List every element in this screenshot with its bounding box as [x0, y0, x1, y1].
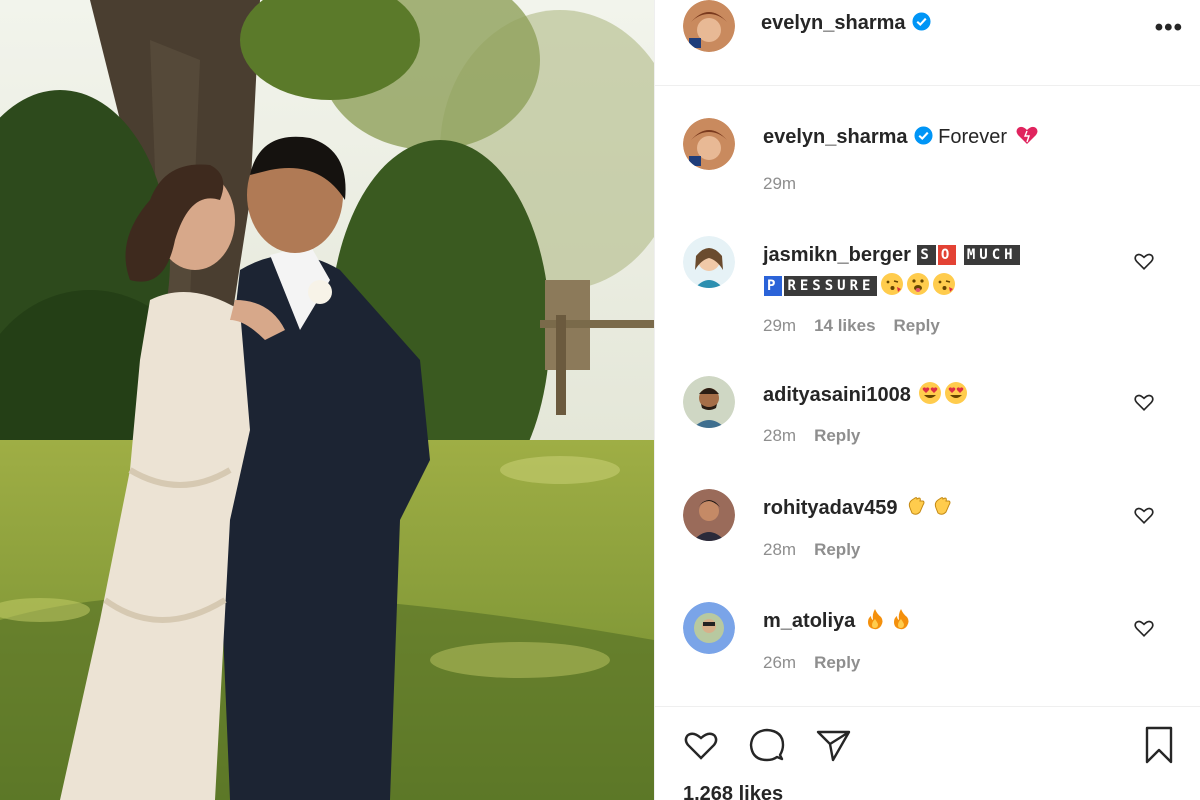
comment-time: 26m	[763, 653, 797, 672]
comment-username[interactable]: m_atoliya	[763, 610, 855, 632]
comment-time: 28m	[763, 426, 797, 445]
caption-username[interactable]: evelyn_sharma	[763, 126, 908, 148]
more-icon[interactable]: •••	[1155, 14, 1183, 42]
comment-like-icon[interactable]	[1133, 617, 1155, 639]
share-icon[interactable]	[813, 725, 853, 765]
author-avatar[interactable]	[683, 0, 735, 52]
fire-emoji	[893, 609, 909, 630]
face-tongue-emoji	[907, 273, 930, 295]
commenter-avatar[interactable]	[683, 489, 735, 541]
comment-body: jasmikn_berger SO MUCH P RESSURE	[763, 240, 1123, 302]
face-kiss-emoji	[933, 273, 956, 295]
comment-time: 29m	[763, 316, 797, 335]
comment-meta: 28m Reply	[763, 540, 878, 560]
comment-username[interactable]: jasmikn_berger	[763, 244, 911, 266]
comment-like-icon[interactable]	[1133, 250, 1155, 272]
fire-emoji	[867, 609, 883, 630]
comment-likes[interactable]: 14 likes	[814, 316, 875, 335]
comment-tag: RESSURE	[784, 276, 878, 296]
comment-username[interactable]: rohityadav459	[763, 497, 898, 519]
commenter-avatar[interactable]	[683, 236, 735, 288]
verified-icon	[912, 12, 931, 31]
reply-button[interactable]: Reply	[814, 540, 860, 559]
like-icon[interactable]	[681, 725, 721, 765]
comment-like-icon[interactable]	[1133, 504, 1155, 526]
comment-body: m_atoliya	[763, 606, 1123, 637]
comment-body: adityasaini1008	[763, 380, 1123, 411]
caption-body: evelyn_sharma Forever	[763, 122, 1123, 153]
comments-list: evelyn_sharma Forever 29m jasmikn_berger…	[655, 86, 1200, 706]
caption-time: 29m	[763, 174, 797, 193]
post-actions: 1,268 likes	[655, 706, 1200, 800]
heart-emoji	[1016, 126, 1038, 144]
reply-button[interactable]: Reply	[894, 316, 940, 335]
post-photo	[0, 0, 654, 800]
heart-eyes-emoji	[945, 382, 968, 404]
comment-tag: P	[764, 276, 783, 296]
comment-tag: MUCH	[963, 245, 1020, 265]
comment-like-icon[interactable]	[1133, 391, 1155, 413]
comment-meta: 29m 14 likes Reply	[763, 316, 958, 336]
caption-meta: 29m	[763, 174, 814, 194]
commenter-avatar[interactable]	[683, 602, 735, 654]
clap-emoji	[934, 497, 951, 515]
comment-meta: 26m Reply	[763, 653, 878, 673]
likes-count[interactable]: 1,268 likes	[683, 783, 783, 800]
comment-meta: 28m Reply	[763, 426, 878, 446]
comment-body: rohityadav459	[763, 493, 1123, 524]
reply-button[interactable]: Reply	[814, 653, 860, 672]
comments-panel: evelyn_sharma ••• evelyn_sharma Forever …	[654, 0, 1200, 800]
verified-icon	[914, 126, 933, 145]
comment-time: 28m	[763, 540, 797, 559]
comment-icon[interactable]	[747, 725, 787, 765]
caption-text: Forever	[938, 126, 1008, 148]
commenter-avatar[interactable]	[683, 376, 735, 428]
clap-emoji	[908, 497, 925, 515]
caption-avatar[interactable]	[683, 118, 735, 170]
reply-button[interactable]: Reply	[814, 426, 860, 445]
heart-eyes-emoji	[919, 382, 942, 404]
comment-tag: O	[937, 245, 957, 265]
author-username[interactable]: evelyn_sharma	[761, 12, 931, 35]
comment-username[interactable]: adityasaini1008	[763, 384, 911, 406]
face-kiss-emoji	[881, 273, 904, 295]
post-header: evelyn_sharma •••	[655, 0, 1200, 86]
save-icon[interactable]	[1139, 725, 1179, 765]
comment-tag: S	[917, 245, 936, 265]
